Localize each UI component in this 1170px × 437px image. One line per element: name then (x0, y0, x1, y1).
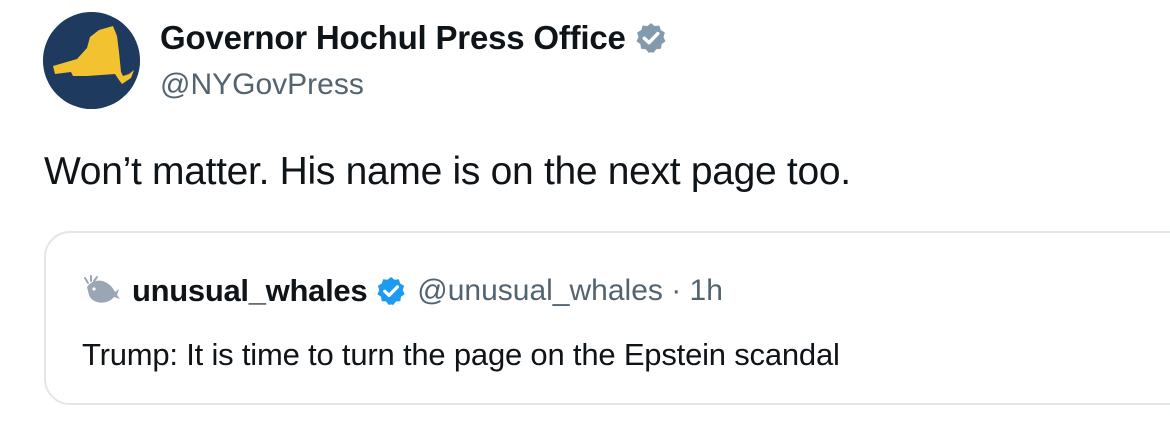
quoted-post-text: Trump: It is time to turn the page on th… (82, 337, 840, 372)
post-text: Won’t matter. His name is on the next pa… (44, 150, 851, 193)
gray-verified-badge-icon (636, 23, 666, 53)
quoted-post-header: unusual_whales @unusual_whales · 1h (82, 271, 723, 311)
quoted-author-display-name[interactable]: unusual_whales (132, 273, 368, 309)
quoted-avatar[interactable] (82, 271, 122, 311)
post-author: Governor Hochul Press Office @NYGovPress (160, 16, 668, 102)
post: Governor Hochul Press Office @NYGovPress… (0, 0, 1170, 437)
whale-logo-icon (84, 275, 120, 303)
quoted-author-handle-time[interactable]: @unusual_whales · 1h (417, 274, 723, 308)
avatar[interactable] (43, 12, 140, 109)
blue-verified-badge-icon (377, 277, 405, 305)
quoted-post[interactable]: unusual_whales @unusual_whales · 1h Trum… (44, 231, 1170, 405)
new-york-state-logo-icon (43, 12, 140, 109)
author-handle[interactable]: @NYGovPress (160, 68, 668, 102)
author-display-name[interactable]: Governor Hochul Press Office (160, 19, 626, 57)
